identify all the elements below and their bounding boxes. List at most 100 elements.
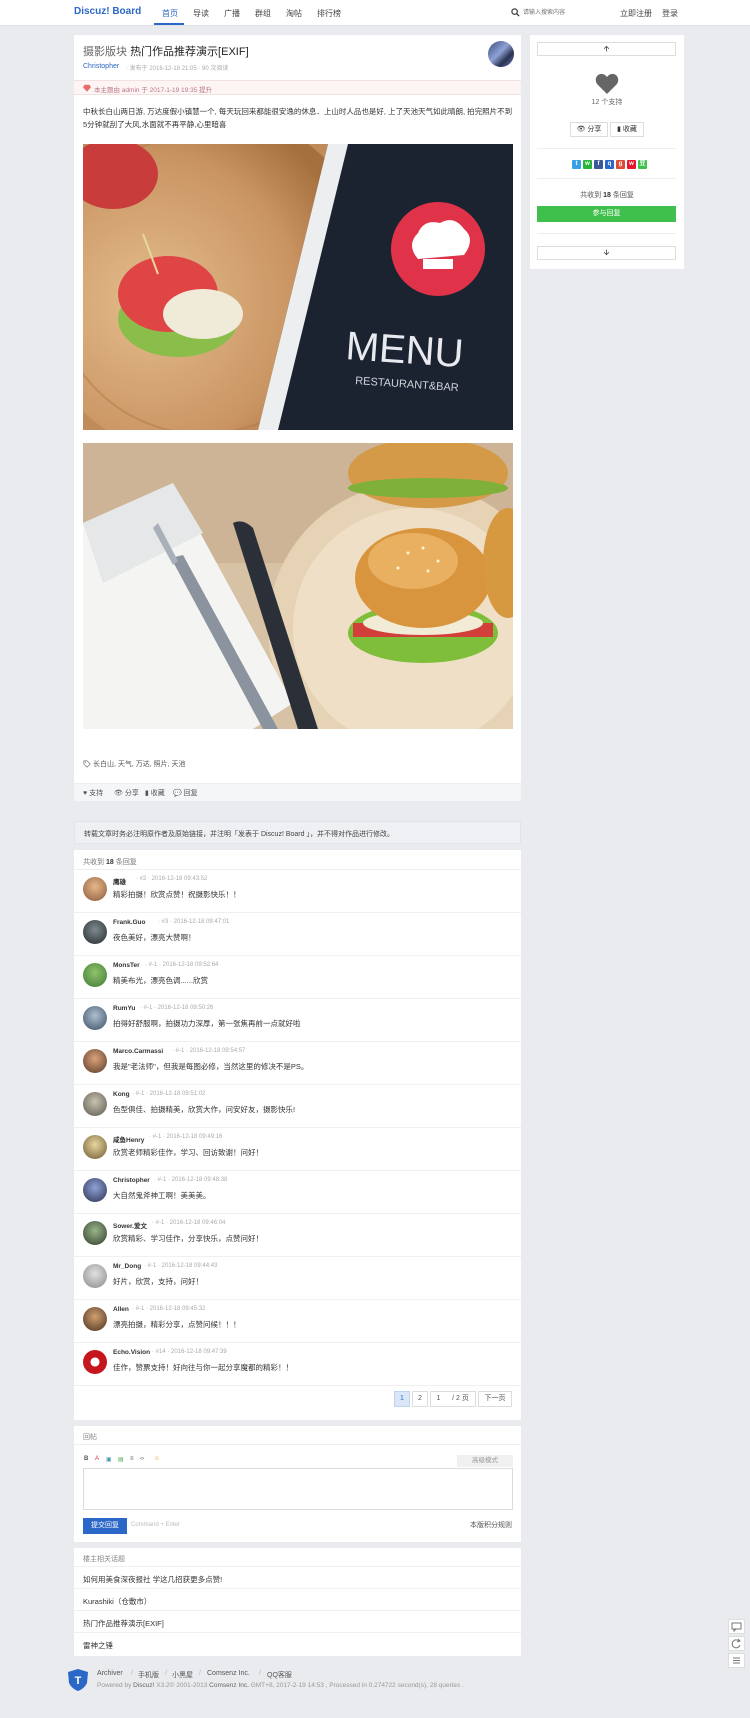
- login-link[interactable]: 登录: [662, 8, 678, 19]
- image-icon[interactable]: ▣: [106, 1456, 112, 1463]
- reply-author[interactable]: Frank.Guo: [113, 919, 146, 926]
- reply-item: Frank.Guo · #3 · 2016-12-18 09:47:01 夜色美…: [74, 913, 521, 956]
- related-topics: 楼主相关话题 如何用美食深夜报社 学这几招获更多点赞! Kurashiki（仓敷…: [74, 1548, 521, 1656]
- register-link[interactable]: 立即注册: [620, 8, 652, 19]
- support-action[interactable]: ♥ 支持: [83, 788, 103, 798]
- nav-home[interactable]: 首页: [162, 8, 178, 19]
- scroll-up-button[interactable]: 🡩: [537, 42, 676, 56]
- join-reply-button[interactable]: 参与回复: [537, 206, 676, 222]
- googleplus-icon[interactable]: g: [616, 160, 625, 169]
- top-nav: Discuz! Board 首页 导读 广播 群组 淘帖 排行榜 立即注册 登录: [0, 0, 750, 26]
- avatar[interactable]: [83, 1350, 107, 1374]
- related-item[interactable]: 热门作品推荐演示[EXIF]: [74, 1610, 521, 1632]
- post-image-menu[interactable]: MENU RESTAURANT&BAR: [83, 144, 513, 430]
- avatar[interactable]: [83, 1049, 107, 1073]
- rules-link[interactable]: 本版积分规则: [470, 1520, 512, 1530]
- site-logo[interactable]: Discuz! Board: [74, 6, 141, 17]
- reply-author[interactable]: Mr_Dong: [113, 1263, 141, 1270]
- divider: [74, 1444, 521, 1445]
- attachment-icon[interactable]: ▤: [118, 1456, 124, 1463]
- search-icon[interactable]: [511, 8, 520, 17]
- reply-author[interactable]: Marco.Carmassi: [113, 1048, 163, 1055]
- reply-content: 欣赏老师精彩佳作，学习、回访致谢！问好！: [113, 1148, 263, 1157]
- share-button[interactable]: 👁 分享: [570, 122, 608, 137]
- font-color-icon[interactable]: A: [95, 1456, 99, 1462]
- avatar[interactable]: [83, 1006, 107, 1030]
- next-page-button[interactable]: 下一页: [478, 1391, 512, 1407]
- float-list-button[interactable]: [728, 1653, 745, 1668]
- nav-guide[interactable]: 导读: [193, 8, 209, 19]
- reply-item: MonsTer · #-1 · 2016-12-18 09:52:64 精美布光…: [74, 956, 521, 999]
- related-item[interactable]: Kurashiki（仓敷市）: [74, 1588, 521, 1610]
- douban-icon[interactable]: 豆: [638, 160, 647, 169]
- reply-action[interactable]: 💬 回复: [173, 788, 198, 798]
- wechat-icon[interactable]: w: [583, 160, 592, 169]
- avatar[interactable]: [83, 920, 107, 944]
- weibo-icon[interactable]: w: [627, 160, 636, 169]
- footer-comsenz[interactable]: Comsenz Inc.: [207, 1670, 250, 1677]
- reply-content: 夜色美好，漂亮大赞啊！: [113, 933, 196, 942]
- reply-author[interactable]: Kong: [113, 1091, 130, 1098]
- reply-author[interactable]: 咸鱼Henry: [113, 1134, 144, 1144]
- footer-archiver[interactable]: Archiver: [97, 1670, 123, 1677]
- refresh-icon: [731, 1638, 741, 1649]
- twitter-icon[interactable]: t: [572, 160, 581, 169]
- reply-author[interactable]: 鹰雄: [113, 876, 126, 886]
- reply-author[interactable]: Christopher: [113, 1177, 150, 1184]
- burger-photo-illustration: [83, 443, 513, 729]
- avatar[interactable]: [83, 963, 107, 987]
- post-tags[interactable]: 长白山, 天气, 万达, 照片, 天池: [93, 759, 186, 769]
- reply-author[interactable]: Echo.Vision: [113, 1349, 150, 1356]
- avatar[interactable]: [83, 1178, 107, 1202]
- reply-author[interactable]: Allen: [113, 1306, 129, 1313]
- reply-meta: · #-1 · 2016-12-18 09:52:64: [145, 962, 219, 968]
- nav-ranking[interactable]: 排行榜: [317, 8, 341, 19]
- post-author[interactable]: Christopher: [83, 63, 119, 70]
- facebook-icon[interactable]: f: [594, 160, 603, 169]
- scroll-down-button[interactable]: 🡫: [537, 246, 676, 260]
- favorite-action[interactable]: ▮ 收藏: [145, 788, 165, 798]
- submit-reply-button[interactable]: 提交回复: [83, 1518, 127, 1534]
- author-avatar[interactable]: [488, 41, 514, 67]
- avatar[interactable]: [83, 1307, 107, 1331]
- avatar[interactable]: [83, 1135, 107, 1159]
- reply-author[interactable]: MonsTer: [113, 962, 140, 969]
- reply-author[interactable]: Sower.爱文: [113, 1220, 147, 1230]
- code-icon[interactable]: ‹›: [140, 1456, 144, 1462]
- quote-icon[interactable]: ≡: [130, 1456, 134, 1462]
- share-action[interactable]: 👁 分享: [114, 788, 139, 798]
- nav-broadcast[interactable]: 广播: [224, 8, 240, 19]
- smiley-icon[interactable]: ☺: [154, 1456, 160, 1462]
- qzone-icon[interactable]: q: [605, 160, 614, 169]
- reply-textarea[interactable]: [83, 1468, 513, 1510]
- float-refresh-button[interactable]: [728, 1636, 745, 1651]
- page-1[interactable]: 1: [394, 1391, 410, 1407]
- avatar[interactable]: [83, 877, 107, 901]
- avatar[interactable]: [83, 1092, 107, 1116]
- powered-company[interactable]: Comsenz Inc.: [209, 1682, 249, 1689]
- footer-mobile[interactable]: 手机版: [138, 1670, 159, 1680]
- powered-brand[interactable]: Discuz!: [133, 1682, 154, 1689]
- bold-icon[interactable]: B: [84, 1456, 88, 1462]
- nav-collections[interactable]: 淘帖: [286, 8, 302, 19]
- reply-author[interactable]: RumYu: [113, 1005, 135, 1012]
- avatar[interactable]: [83, 1264, 107, 1288]
- post-image-burger[interactable]: [83, 443, 513, 729]
- reply-meta: · #-1 · 2016-12-18 09:49:16: [149, 1134, 223, 1140]
- heart-icon[interactable]: [595, 73, 619, 95]
- page-jump-input[interactable]: 1: [430, 1391, 446, 1407]
- footer-qq-support[interactable]: QQ客服: [267, 1670, 292, 1680]
- avatar[interactable]: [83, 1221, 107, 1245]
- post-meta: · 发布于 2016-12-18 21:05 · 90 次阅读: [126, 66, 229, 72]
- related-item[interactable]: 雷神之锤: [74, 1632, 521, 1654]
- post-forum[interactable]: 摄影版块: [83, 46, 127, 58]
- related-item[interactable]: 如何用美食深夜报社 学这几招获更多点赞!: [74, 1566, 521, 1588]
- favorite-button[interactable]: ▮ 收藏: [610, 122, 644, 137]
- nav-groups[interactable]: 群组: [255, 8, 271, 19]
- footer-blacklist[interactable]: 小黑屋: [172, 1670, 193, 1680]
- search-input[interactable]: [523, 6, 603, 19]
- float-comment-button[interactable]: [728, 1619, 745, 1634]
- page-2[interactable]: 2: [412, 1391, 428, 1407]
- advanced-mode-button[interactable]: 高级模式: [457, 1455, 513, 1467]
- replies-card: 共收到 18 条回复 鹰雄 · #2 · 2016-12-18 09:43:52…: [74, 850, 521, 1420]
